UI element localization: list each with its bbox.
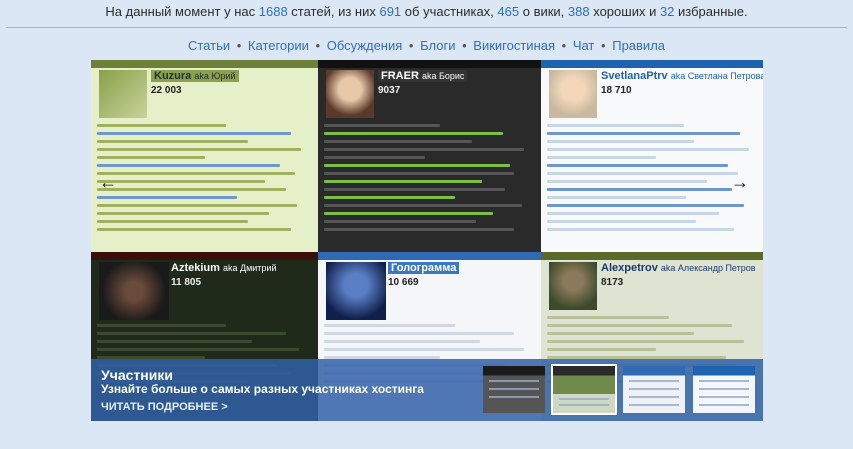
- tile-content: [547, 124, 757, 236]
- articles-count: 1688: [258, 4, 288, 19]
- nav-wiki-lounge[interactable]: Викигостиная: [473, 38, 555, 53]
- slider-thumbnail-3[interactable]: [623, 366, 685, 413]
- wiki-count: 465: [497, 4, 520, 19]
- tile-edit-count: 8173: [601, 277, 624, 288]
- stats-line: На данный момент у нас 1688 статей, из н…: [0, 0, 853, 24]
- nav-separator: •: [236, 38, 242, 53]
- avatar: [99, 70, 147, 118]
- tile-edit-count: 18 710: [601, 85, 632, 96]
- slider-thumbnails: [481, 359, 763, 421]
- nav-separator: •: [462, 38, 467, 53]
- tile-content: [97, 124, 312, 236]
- avatar: [549, 262, 597, 310]
- stats-prefix: На данный момент у нас: [105, 4, 259, 19]
- profile-screenshot-fraer: FRAER aka Борис 9037: [318, 60, 541, 252]
- tile-edit-count: 10 669: [388, 277, 419, 288]
- nav-separator: •: [601, 38, 606, 53]
- featured-count: 32: [659, 4, 675, 19]
- tile-username: Kuzura aka Юрий: [151, 70, 239, 82]
- nav-articles[interactable]: Статьи: [188, 38, 230, 53]
- slider-thumbnail-2[interactable]: [551, 364, 617, 415]
- stats-suffix: избранные.: [674, 4, 748, 19]
- tile-username: Aztekium aka Дмитрий: [171, 262, 277, 274]
- tile-edit-count: 9037: [378, 85, 401, 96]
- tile-header: [541, 60, 763, 68]
- tile-username: Гологрaмма: [388, 262, 460, 274]
- tile-edit-count: 11 805: [171, 277, 202, 288]
- stats-mid-4: хороших и: [589, 4, 660, 19]
- tile-username: Alexpetrov aka Александр Петров: [601, 262, 756, 274]
- avatar: [326, 262, 386, 320]
- slider-prev-arrow-icon[interactable]: ←: [96, 170, 120, 194]
- slider-next-arrow-icon[interactable]: →: [728, 170, 752, 194]
- tile-username: FRAER aka Борис: [378, 70, 468, 82]
- slider-caption: Участники Узнайте больше о самых разных …: [91, 359, 481, 421]
- nav-separator: •: [315, 38, 321, 53]
- main-nav: Статьи • Категории • Обсуждения • Блоги …: [0, 36, 853, 56]
- read-more-link[interactable]: ЧИТАТЬ ПОДРОБНЕЕ >: [101, 401, 228, 413]
- nav-discussions[interactable]: Обсуждения: [327, 38, 403, 53]
- stats-mid-1: статей, из них: [287, 4, 380, 19]
- good-count: 388: [567, 4, 590, 19]
- tile-header: [318, 252, 541, 260]
- profile-screenshot-kuzura: Kuzura aka Юрий 22 003: [91, 60, 318, 252]
- nav-rules[interactable]: Правила: [612, 38, 665, 53]
- nav-chat[interactable]: Чат: [573, 38, 595, 53]
- nav-separator: •: [408, 38, 414, 53]
- tile-header: [541, 252, 763, 260]
- nav-blogs[interactable]: Блоги: [420, 38, 455, 53]
- profile-screenshot-svetlanaptrv: SvetlanaPtrv aka Светлана Петрова 18 710: [541, 60, 763, 252]
- nav-separator: •: [561, 38, 567, 53]
- tile-edit-count: 22 003: [151, 85, 182, 96]
- tile-content: [324, 124, 535, 236]
- tile-header: [318, 60, 541, 68]
- caption-title: Участники: [101, 367, 173, 383]
- stats-mid-2: об участниках,: [401, 4, 498, 19]
- caption-subtitle: Узнайте больше о самых разных участниках…: [101, 382, 424, 396]
- avatar: [99, 262, 169, 320]
- avatar: [326, 70, 374, 118]
- avatar: [549, 70, 597, 118]
- members-count: 691: [379, 4, 402, 19]
- slider-thumbnail-1[interactable]: [483, 366, 545, 413]
- tile-header: [91, 60, 318, 68]
- divider: [6, 27, 847, 28]
- tile-header: [91, 252, 318, 260]
- stats-mid-3: о вики,: [519, 4, 568, 19]
- nav-categories[interactable]: Категории: [248, 38, 309, 53]
- tile-username: SvetlanaPtrv aka Светлана Петрова: [601, 70, 763, 82]
- slider-thumbnail-4[interactable]: [693, 366, 755, 413]
